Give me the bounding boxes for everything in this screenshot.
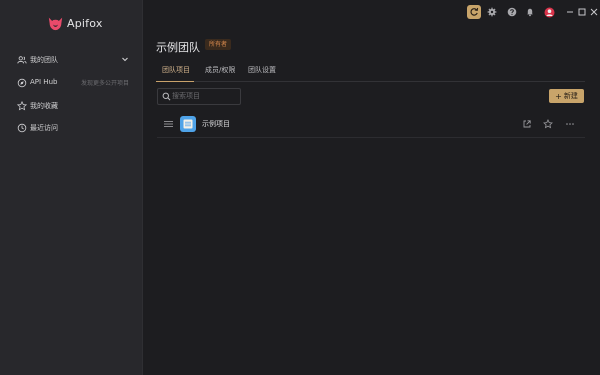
search-icon xyxy=(162,92,171,101)
project-search xyxy=(157,88,241,105)
new-button-label: 新建 xyxy=(563,92,578,100)
sidebar-item-favorites[interactable]: 我的收藏 xyxy=(0,96,142,116)
drag-handle-icon[interactable] xyxy=(164,120,173,128)
tab-team-settings[interactable]: 团队设置 xyxy=(248,65,276,75)
tab-members[interactable]: 成员/权限 xyxy=(205,65,235,75)
project-row[interactable]: 示例项目 xyxy=(157,111,585,138)
maximize-icon[interactable] xyxy=(576,6,588,18)
user-avatar[interactable] xyxy=(543,6,555,18)
sidebar-item-my-team[interactable]: 我的团队 xyxy=(0,50,142,70)
new-project-button[interactable]: + 新建 xyxy=(549,89,584,103)
sync-icon xyxy=(470,7,479,16)
team-icon xyxy=(17,56,27,64)
sidebar-item-label: 我的收藏 xyxy=(30,102,58,110)
project-name: 示例项目 xyxy=(202,120,230,128)
sidebar-item-api-hub[interactable]: API Hub 发现更多公开项目 xyxy=(0,73,142,93)
team-tabs: 团队项目 成员/权限 团队设置 xyxy=(156,61,585,82)
clock-icon xyxy=(17,123,27,133)
sync-button[interactable] xyxy=(467,5,481,19)
apifox-logo-icon xyxy=(48,17,63,30)
more-options-icon[interactable] xyxy=(565,119,575,129)
stack-icon xyxy=(183,119,193,129)
active-tab-indicator xyxy=(156,81,194,82)
settings-icon xyxy=(487,7,497,17)
close-icon[interactable] xyxy=(588,6,600,18)
favorite-star-icon[interactable] xyxy=(543,119,553,129)
page-title: 示例团队 xyxy=(156,41,200,54)
external-link-icon[interactable] xyxy=(522,119,532,129)
sidebar-item-label: 最近访问 xyxy=(30,124,58,132)
compass-icon xyxy=(17,78,27,88)
plus-icon: + xyxy=(555,91,562,101)
tab-team-projects[interactable]: 团队项目 xyxy=(162,65,190,75)
star-icon xyxy=(17,101,27,111)
help-button[interactable] xyxy=(506,6,518,18)
help-icon xyxy=(507,7,517,17)
search-input[interactable] xyxy=(172,90,236,102)
sidebar-item-label: API Hub xyxy=(30,78,58,86)
sidebar: Apifox 我的团队 API Hub 发现更多公开项目 我的收藏 最近访问 xyxy=(0,0,143,375)
settings-button[interactable] xyxy=(486,6,498,18)
minimize-icon[interactable] xyxy=(564,6,576,18)
app-logo: Apifox xyxy=(47,13,103,33)
notifications-button[interactable] xyxy=(524,6,536,18)
sidebar-item-recent[interactable]: 最近访问 xyxy=(0,118,142,138)
avatar xyxy=(544,7,554,17)
api-hub-hint: 发现更多公开项目 xyxy=(80,80,129,87)
role-badge: 所有者 xyxy=(205,39,232,50)
app-name: Apifox xyxy=(67,16,103,30)
sidebar-item-label: 我的团队 xyxy=(30,56,58,64)
project-icon xyxy=(180,116,196,132)
bell-icon xyxy=(527,8,533,17)
chevron-down-icon[interactable] xyxy=(121,55,129,63)
